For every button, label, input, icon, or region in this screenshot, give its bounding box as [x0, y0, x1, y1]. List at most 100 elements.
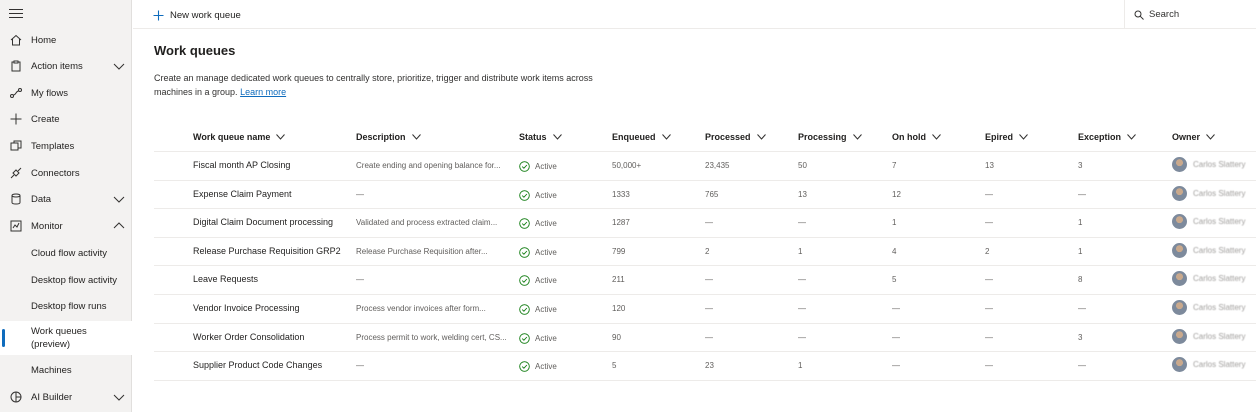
owner-name: Carlos Slattery [1193, 302, 1246, 312]
header-owner[interactable]: Owner [1172, 132, 1215, 142]
status-label: Active [535, 276, 557, 286]
nav-item-monitor[interactable]: Monitor [0, 213, 132, 239]
table-row[interactable]: Worker Order Consolidation Process permit… [154, 324, 1256, 353]
nav-item-templates[interactable]: Templates [0, 133, 132, 159]
table-row[interactable]: Release Purchase Requisition GRP2 Release… [154, 238, 1256, 267]
check-circle-icon [519, 161, 530, 172]
check-circle-icon [519, 247, 530, 258]
on-hold-count: 5 [892, 275, 897, 285]
queue-owner: Carlos Slattery [1172, 299, 1246, 315]
database-icon [11, 193, 21, 205]
chevron-down-icon [932, 134, 941, 140]
header-on-hold[interactable]: On hold [892, 132, 941, 142]
table-row[interactable]: Vendor Invoice Processing Process vendor … [154, 295, 1256, 324]
header-expired[interactable]: Epired [985, 132, 1028, 142]
queue-name[interactable]: Leave Requests [193, 274, 258, 284]
queue-name[interactable]: Digital Claim Document processing [193, 217, 333, 227]
queue-description: Process vendor invoices after form... [356, 303, 486, 313]
queue-name[interactable]: Worker Order Consolidation [193, 332, 304, 342]
queue-status: Active [519, 361, 557, 372]
processing-count: 1 [798, 361, 803, 371]
chevron-down-icon[interactable] [113, 194, 125, 204]
new-work-queue-button[interactable]: New work queue [153, 7, 241, 23]
header-processed[interactable]: Processed [705, 132, 766, 142]
column-header-label: Work queue name [193, 132, 271, 142]
exception-count: 1 [1078, 218, 1083, 228]
enqueued-count: 799 [612, 246, 626, 256]
plus-icon [10, 113, 22, 125]
hamburger-menu-icon[interactable] [9, 9, 23, 21]
nav-item-work-queues[interactable]: Work queues (preview) [0, 321, 132, 355]
enqueued-count: 1287 [612, 218, 630, 228]
avatar [1172, 242, 1187, 258]
status-label: Active [535, 247, 557, 257]
queue-name[interactable]: Expense Claim Payment [193, 189, 292, 199]
chevron-up-icon[interactable] [113, 221, 125, 231]
header-exception[interactable]: Exception [1078, 132, 1136, 142]
nav-item-connectors[interactable]: Connectors [0, 160, 132, 186]
nav-label: Home [31, 34, 57, 46]
queue-name[interactable]: Vendor Invoice Processing [193, 303, 300, 313]
queue-description: Create ending and opening balance for... [356, 161, 501, 170]
on-hold-count: — [892, 361, 900, 371]
search-placeholder: Search [1149, 9, 1180, 20]
processing-count: — [798, 332, 806, 342]
nav-item-cloud-flow-activity[interactable]: Cloud flow activity [0, 240, 132, 266]
nav-label: Cloud flow activity [31, 247, 108, 259]
header-work-queue-name[interactable]: Work queue name [193, 132, 286, 142]
chevron-down-icon [1019, 134, 1028, 140]
table-row[interactable]: Fiscal month AP Closing Create ending and… [154, 152, 1256, 181]
header-description[interactable]: Description [356, 132, 421, 142]
expired-count: 13 [985, 161, 994, 170]
nav-label: Monitor [31, 220, 63, 232]
processing-count: — [798, 303, 806, 313]
nav-item-ai-builder[interactable]: AI Builder [0, 384, 132, 410]
header-processing[interactable]: Processing [798, 132, 862, 142]
exception-count: — [1078, 303, 1086, 313]
chevron-down-icon [276, 134, 286, 140]
queue-name[interactable]: Release Purchase Requisition GRP2 [193, 246, 341, 256]
nav-item-machines[interactable]: Machines [0, 357, 132, 383]
table-header-row: Work queue name Description Status Enqueued… [154, 124, 1256, 152]
search-box[interactable]: Search [1124, 0, 1256, 29]
expired-count: — [985, 275, 993, 285]
chevron-down-icon[interactable] [113, 392, 125, 402]
exception-count: 8 [1078, 275, 1083, 285]
processing-count: 13 [798, 189, 807, 199]
queue-status: Active [519, 332, 557, 344]
queue-name[interactable]: Supplier Product Code Changes [193, 360, 322, 370]
nav-item-home[interactable]: Home [0, 27, 132, 53]
table-body: Fiscal month AP Closing Create ending and… [154, 152, 1256, 381]
processed-count: — [705, 303, 713, 313]
column-header-label: Description [356, 132, 406, 142]
flow-icon [10, 88, 22, 98]
header-status[interactable]: Status [519, 132, 562, 142]
table-row[interactable]: Expense Claim Payment — Active 1333 765 13 12 —… [154, 181, 1256, 210]
queue-owner: Carlos Slattery [1172, 185, 1245, 201]
new-work-queue-label: New work queue [170, 9, 241, 21]
nav-item-create[interactable]: Create [0, 106, 132, 132]
chevron-down-icon[interactable] [113, 61, 125, 71]
nav-item-desktop-flow-runs[interactable]: Desktop flow runs [0, 293, 132, 319]
learn-more-link[interactable]: Learn more [240, 87, 286, 97]
avatar [1172, 357, 1187, 373]
nav-item-action-items[interactable]: Action items [0, 53, 132, 79]
nav-item-data[interactable]: Data [0, 186, 132, 212]
nav-item-my-flows[interactable]: My flows [0, 80, 132, 106]
enqueued-count: 90 [612, 332, 621, 342]
home-icon [10, 34, 22, 46]
table-row[interactable]: Digital Claim Document processing Validat… [154, 209, 1256, 238]
nav-label: Templates [31, 140, 75, 152]
table-row[interactable]: Leave Requests — Active 211 — — 5 — 8 Carlos Slat… [154, 266, 1256, 295]
header-enqueued[interactable]: Enqueued [612, 132, 671, 142]
queue-status: Active [519, 275, 557, 287]
chevron-down-icon [552, 134, 562, 140]
avatar [1172, 157, 1187, 172]
nav-item-desktop-flow-activity[interactable]: Desktop flow activity [0, 267, 132, 293]
queue-description: — [356, 361, 364, 371]
processing-count: — [798, 218, 806, 228]
on-hold-count: 7 [892, 161, 897, 170]
queue-owner: Carlos Slattery [1172, 242, 1245, 258]
table-row[interactable]: Supplier Product Code Changes — Active 5 23 1… [154, 352, 1256, 381]
queue-name[interactable]: Fiscal month AP Closing [193, 160, 290, 170]
